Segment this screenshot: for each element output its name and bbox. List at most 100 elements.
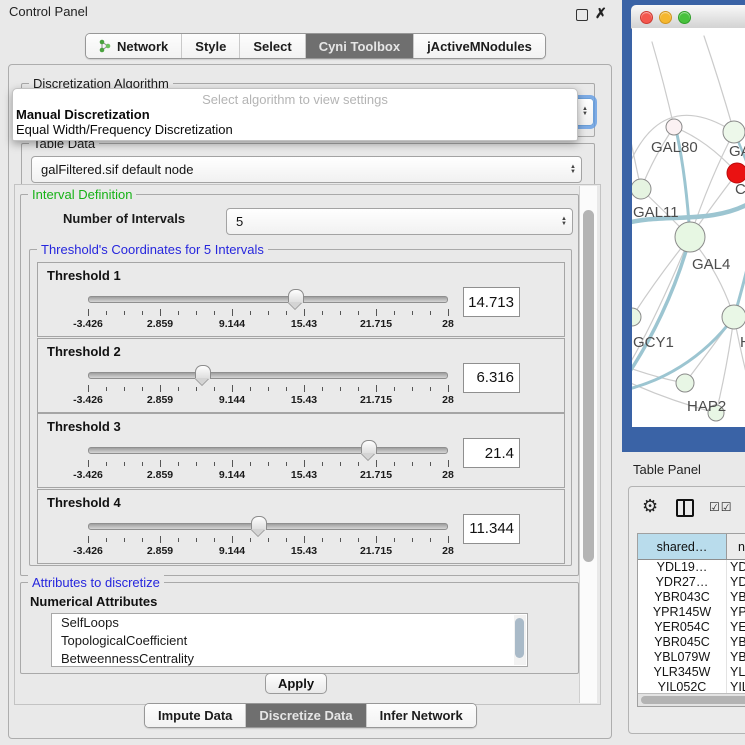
table-horizontal-scrollbar[interactable] — [638, 693, 745, 706]
cell-name[interactable]: YBL0 — [727, 650, 745, 665]
tab-select[interactable]: Select — [240, 34, 305, 58]
tab-impute-data[interactable]: Impute Data — [145, 704, 246, 727]
network-edge[interactable] — [704, 36, 734, 132]
scrollbar-thumb[interactable] — [641, 696, 745, 704]
threshold-slider[interactable]: -3.4262.8599.14415.4321.71528 — [88, 365, 448, 409]
slider-track[interactable] — [88, 447, 448, 454]
table-row[interactable]: YBR043CYBR0 — [638, 590, 745, 605]
tab-style[interactable]: Style — [182, 34, 240, 58]
table-row[interactable]: YER054CYER0 — [638, 620, 745, 635]
tab-discretize-data[interactable]: Discretize Data — [246, 704, 366, 727]
threshold-value-field[interactable] — [463, 287, 520, 317]
numerical-attributes-list[interactable]: SelfLoopsTopologicalCoefficientBetweenne… — [51, 613, 528, 667]
algorithm-dropdown-popup: Select algorithm to view settings Manual… — [12, 88, 578, 141]
cell-shared-name[interactable]: YDR27… — [638, 575, 727, 590]
table-data-combo[interactable]: galFiltered.sif default node ▲▼ — [31, 156, 582, 183]
cell-name[interactable]: YBR0 — [727, 590, 745, 605]
cell-name[interactable]: YER0 — [727, 620, 745, 635]
network-canvas[interactable]: GAL80GACYGAL11GAL4GCY1HAHAP2 — [632, 28, 745, 427]
stepper-icon[interactable]: ▲▼ — [565, 165, 581, 175]
table-row[interactable]: YDR27…YDR2 — [638, 575, 745, 590]
algorithm-option-manual[interactable]: Manual Discretization — [16, 107, 574, 122]
threshold-slider[interactable]: -3.4262.8599.14415.4321.71528 — [88, 289, 448, 333]
network-node[interactable] — [722, 305, 745, 329]
table-row[interactable]: YLR345WYLR3 — [638, 665, 745, 680]
network-node[interactable] — [632, 308, 641, 326]
scrollbar-thumb[interactable] — [583, 210, 594, 562]
cell-shared-name[interactable]: YIL052C — [638, 680, 727, 693]
attributes-scrollbar[interactable] — [514, 615, 526, 665]
control-panel-title: Control Panel — [9, 4, 88, 19]
cell-name[interactable]: YBR0 — [727, 635, 745, 650]
network-node[interactable] — [666, 119, 682, 135]
scrollbar-thumb[interactable] — [515, 618, 524, 658]
threshold-value-field[interactable] — [463, 363, 520, 393]
node-table[interactable]: shared… na YDL19…YDL1YDR27…YDR2YBR043CYB… — [637, 533, 745, 707]
cell-name[interactable]: YDR2 — [727, 575, 745, 590]
network-edge[interactable] — [632, 116, 641, 189]
attribute-item[interactable]: SelfLoops — [52, 614, 527, 632]
threshold-slider[interactable]: -3.4262.8599.14415.4321.71528 — [88, 440, 448, 484]
slider-handle[interactable] — [251, 516, 267, 530]
cell-shared-name[interactable]: YER054C — [638, 620, 727, 635]
cell-shared-name[interactable]: YLR345W — [638, 665, 727, 680]
cell-name[interactable]: YLR3 — [727, 665, 745, 680]
tab-infer-network[interactable]: Infer Network — [367, 704, 476, 727]
columns-icon[interactable] — [676, 499, 694, 517]
table-row[interactable]: YPR145WYPR1 — [638, 605, 745, 620]
attribute-item[interactable]: BetweennessCentrality — [52, 650, 527, 667]
network-node[interactable] — [723, 121, 745, 143]
float-window-icon[interactable] — [576, 9, 588, 21]
slider-handle[interactable] — [195, 365, 211, 379]
table-row[interactable]: YBR045CYBR0 — [638, 635, 745, 650]
cell-name[interactable]: YDL1 — [727, 560, 745, 575]
table-panel-title: Table Panel — [633, 462, 701, 477]
zoom-light[interactable] — [678, 11, 691, 24]
algorithm-option-equal-width[interactable]: Equal Width/Frequency Discretization — [16, 122, 574, 137]
network-edge[interactable] — [652, 42, 674, 127]
close-light[interactable] — [640, 11, 653, 24]
slider-track[interactable] — [88, 296, 448, 303]
network-node[interactable] — [727, 163, 745, 183]
slider-tick — [124, 538, 125, 542]
number-of-intervals-combo[interactable]: 5 ▲▼ — [226, 208, 573, 235]
network-node[interactable] — [676, 374, 694, 392]
cell-name[interactable]: YPR1 — [727, 605, 745, 620]
settings-vertical-scrollbar[interactable] — [579, 186, 597, 703]
tab-cyni-toolbox[interactable]: Cyni Toolbox — [306, 34, 414, 58]
cell-name[interactable]: YIL0 — [727, 680, 745, 693]
apply-button[interactable]: Apply — [265, 673, 327, 694]
network-node[interactable] — [632, 179, 651, 199]
close-icon[interactable]: ✗ — [595, 5, 607, 22]
checkbox-icons[interactable]: ☑☑ — [709, 500, 733, 514]
threshold-slider[interactable]: -3.4262.8599.14415.4321.71528 — [88, 516, 448, 560]
slider-handle[interactable] — [361, 440, 377, 454]
table-row[interactable]: YBL079WYBL0 — [638, 650, 745, 665]
cell-shared-name[interactable]: YBL079W — [638, 650, 727, 665]
table-row[interactable]: YDL19…YDL1 — [638, 560, 745, 575]
cell-shared-name[interactable]: YPR145W — [638, 605, 727, 620]
slider-handle[interactable] — [288, 289, 304, 303]
gear-icon[interactable]: ⚙ — [642, 496, 658, 517]
table-header-name[interactable]: na — [727, 534, 745, 559]
slider-tick — [196, 462, 197, 466]
cell-shared-name[interactable]: YDL19… — [638, 560, 727, 575]
stepper-icon[interactable]: ▲▼ — [556, 217, 572, 227]
table-row[interactable]: YIL052CYIL0 — [638, 680, 745, 693]
slider-track[interactable] — [88, 372, 448, 379]
cell-shared-name[interactable]: YBR043C — [638, 590, 727, 605]
network-window-titlebar[interactable] — [631, 5, 745, 29]
stepper-icon[interactable]: ▲▼ — [577, 107, 593, 117]
attribute-item[interactable]: TopologicalCoefficient — [52, 632, 527, 650]
network-node[interactable] — [675, 222, 705, 252]
minimize-light[interactable] — [659, 11, 672, 24]
slider-tick — [376, 460, 377, 467]
slider-tick — [178, 538, 179, 542]
tab-jactivemnodules[interactable]: jActiveMNodules — [414, 34, 545, 58]
table-header-shared-name[interactable]: shared… — [638, 534, 727, 559]
threshold-value-field[interactable] — [463, 514, 520, 544]
cell-shared-name[interactable]: YBR045C — [638, 635, 727, 650]
slider-track[interactable] — [88, 523, 448, 530]
tab-network[interactable]: Network — [86, 34, 182, 58]
threshold-value-field[interactable] — [463, 438, 520, 468]
